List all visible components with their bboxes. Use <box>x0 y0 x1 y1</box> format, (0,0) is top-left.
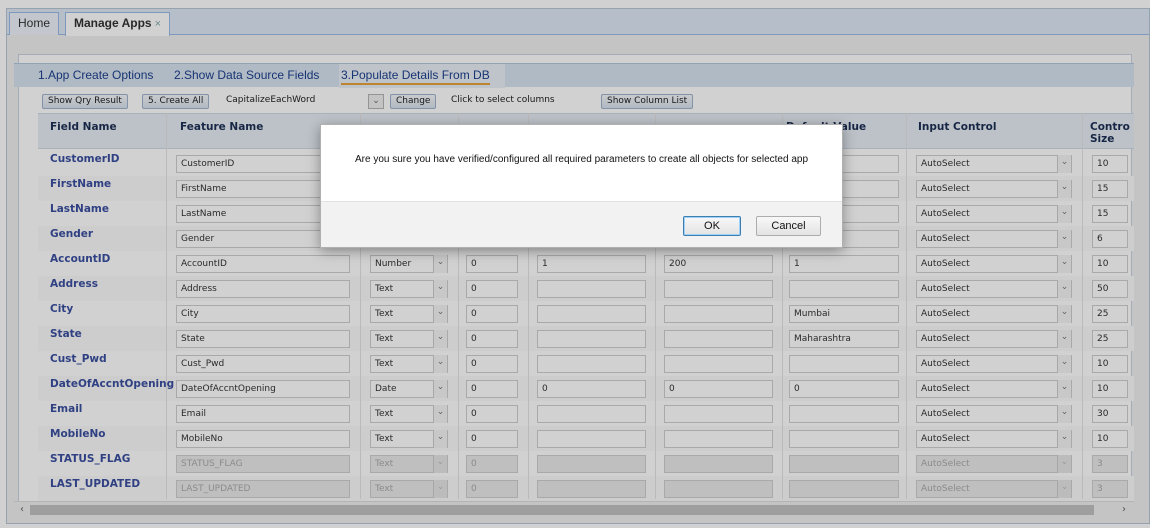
confirm-dialog: Are you sure you have verified/configure… <box>320 124 843 248</box>
ok-button[interactable]: OK <box>683 216 741 236</box>
dialog-footer: OK Cancel <box>321 201 842 247</box>
dialog-message: Are you sure you have verified/configure… <box>354 154 809 165</box>
modal-overlay <box>0 0 1150 528</box>
cancel-button[interactable]: Cancel <box>756 216 821 236</box>
